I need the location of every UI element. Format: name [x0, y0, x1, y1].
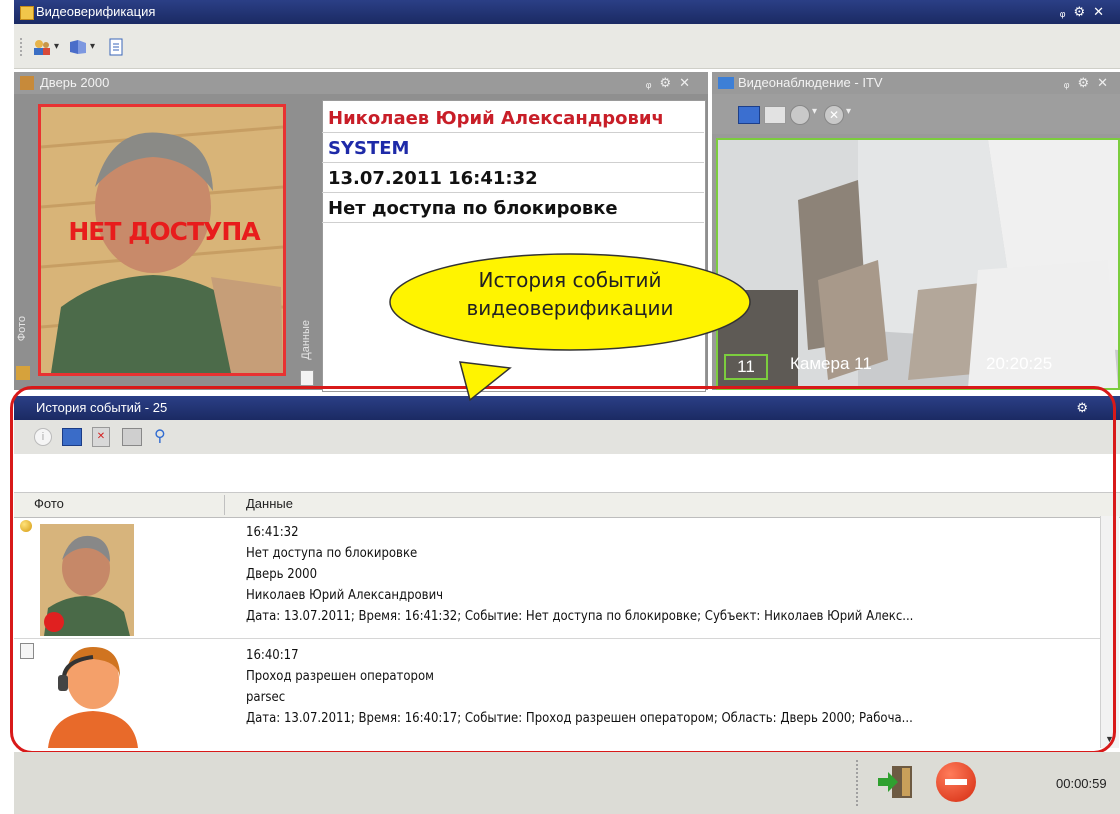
print-icon[interactable]	[122, 428, 142, 446]
main-toolbar: ▾ ▾	[14, 24, 1120, 69]
data-tab-icon[interactable]	[300, 370, 314, 386]
callout-text: История событий видеоверификации	[400, 266, 740, 322]
callout-line-2: видеоверификации	[466, 296, 674, 320]
stop-icon[interactable]	[936, 762, 976, 802]
people-icon[interactable]	[32, 38, 52, 56]
window-titlebar: Видеоверификация ᵩ⚙✕	[14, 0, 1120, 24]
close-icon[interactable]: ✕	[1097, 75, 1116, 90]
row-details: Дата: 13.07.2011; Время: 16:40:17; Событ…	[246, 711, 913, 726]
close-icon[interactable]: ✕	[1093, 4, 1112, 19]
column-header-photo[interactable]: Фото	[34, 496, 64, 511]
app-icon	[20, 6, 34, 20]
settings-icon[interactable]: ⚙	[659, 75, 679, 90]
cancel-icon[interactable]: ✕	[824, 105, 844, 125]
search-icon[interactable]: ⚲	[154, 426, 166, 446]
info-icon[interactable]: i	[34, 428, 52, 446]
row-details: Дата: 13.07.2011; Время: 16:41:32; Событ…	[246, 609, 914, 624]
settings-icon[interactable]: ⚙	[1077, 75, 1097, 90]
dropdown-arrow-icon[interactable]: ▾	[846, 106, 851, 117]
dropdown-arrow-icon[interactable]: ▾	[812, 106, 817, 117]
row-person: Николаев Юрий Александрович	[246, 588, 444, 603]
pin-icon[interactable]: ᵩ	[646, 75, 660, 90]
event-datetime: 13.07.2011 16:41:32	[322, 164, 704, 193]
operator-name: SYSTEM	[322, 134, 704, 163]
scroll-down-icon[interactable]: ▼	[1105, 734, 1114, 744]
play-icon[interactable]	[738, 106, 760, 124]
door-panel-title: Дверь 2000	[40, 75, 110, 90]
doors-icon[interactable]	[68, 38, 88, 56]
pin-icon[interactable]: ᵩ	[1060, 4, 1074, 19]
status-bar: 00:00:59	[14, 752, 1120, 814]
video-panel-title: Видеонаблюдение - ITV	[738, 75, 883, 90]
window-title: Видеоверификация	[36, 4, 156, 19]
open-door-icon[interactable]	[876, 764, 916, 800]
settings-icon[interactable]: ⚙	[1073, 4, 1093, 19]
stop-icon[interactable]	[764, 106, 786, 124]
photo-tab[interactable]: Фото	[16, 316, 28, 341]
document-icon[interactable]	[106, 38, 126, 56]
pin-icon[interactable]: ᵩ	[1064, 75, 1078, 90]
event-status-icon	[20, 520, 32, 532]
row-event: Проход разрешен оператором	[246, 669, 434, 684]
event-description: Нет доступа по блокировке	[322, 194, 704, 223]
history-toolbar: i ✕ ⚲	[14, 420, 1120, 454]
history-row[interactable]: 16:40:17 Проход разрешен оператором pars…	[14, 639, 1100, 748]
columns-icon[interactable]	[62, 428, 82, 446]
door-panel-titlebar: Дверь 2000 ᵩ⚙✕	[14, 72, 708, 94]
callout-line-1: История событий	[478, 268, 662, 292]
history-panel: История событий - 25 ⚙ i ✕ ⚲ Фото Данные…	[14, 396, 1120, 752]
video-toolbar: ▾ ✕ ▾	[712, 94, 1120, 134]
close-icon[interactable]: ✕	[679, 75, 698, 90]
column-header-data[interactable]: Данные	[246, 496, 293, 511]
document-icon	[20, 643, 34, 659]
photo-tab-icon[interactable]	[16, 366, 30, 380]
camera-icon	[718, 77, 734, 89]
row-event: Нет доступа по блокировке	[246, 546, 418, 561]
row-door: parsec	[246, 690, 286, 705]
row-time: 16:40:17	[246, 648, 299, 663]
row-door: Дверь 2000	[246, 567, 318, 582]
data-tab[interactable]: Данные	[300, 320, 312, 360]
record-icon[interactable]	[790, 105, 810, 125]
row-photo	[40, 524, 134, 636]
access-denied-overlay: НЕТ ДОСТУПА	[68, 217, 260, 246]
session-timer: 00:00:59	[1056, 776, 1107, 791]
settings-icon[interactable]: ⚙	[1076, 396, 1088, 420]
toolbar-grip	[20, 38, 24, 56]
row-time: 16:41:32	[246, 525, 299, 540]
denied-icon	[44, 612, 64, 632]
dropdown-arrow-icon[interactable]: ▾	[54, 41, 59, 52]
history-row[interactable]: 16:41:32 Нет доступа по блокировке Дверь…	[14, 516, 1100, 639]
clear-list-icon[interactable]: ✕	[92, 427, 110, 447]
video-panel-titlebar: Видеонаблюдение - ITV ᵩ⚙✕	[712, 72, 1120, 94]
camera-name: Камера 11	[790, 354, 872, 373]
history-title: История событий - 25	[36, 400, 168, 415]
dropdown-arrow-icon[interactable]: ▾	[90, 41, 95, 52]
operator-avatar	[38, 643, 148, 748]
door-icon	[20, 76, 34, 90]
camera-time: 20:20:25	[986, 354, 1053, 373]
history-table-header: Фото Данные	[14, 492, 1120, 518]
person-photo: НЕТ ДОСТУПА	[38, 104, 286, 376]
person-name: Николаев Юрий Александрович	[322, 104, 704, 133]
history-scrollbar[interactable]: ▼	[1100, 516, 1119, 748]
